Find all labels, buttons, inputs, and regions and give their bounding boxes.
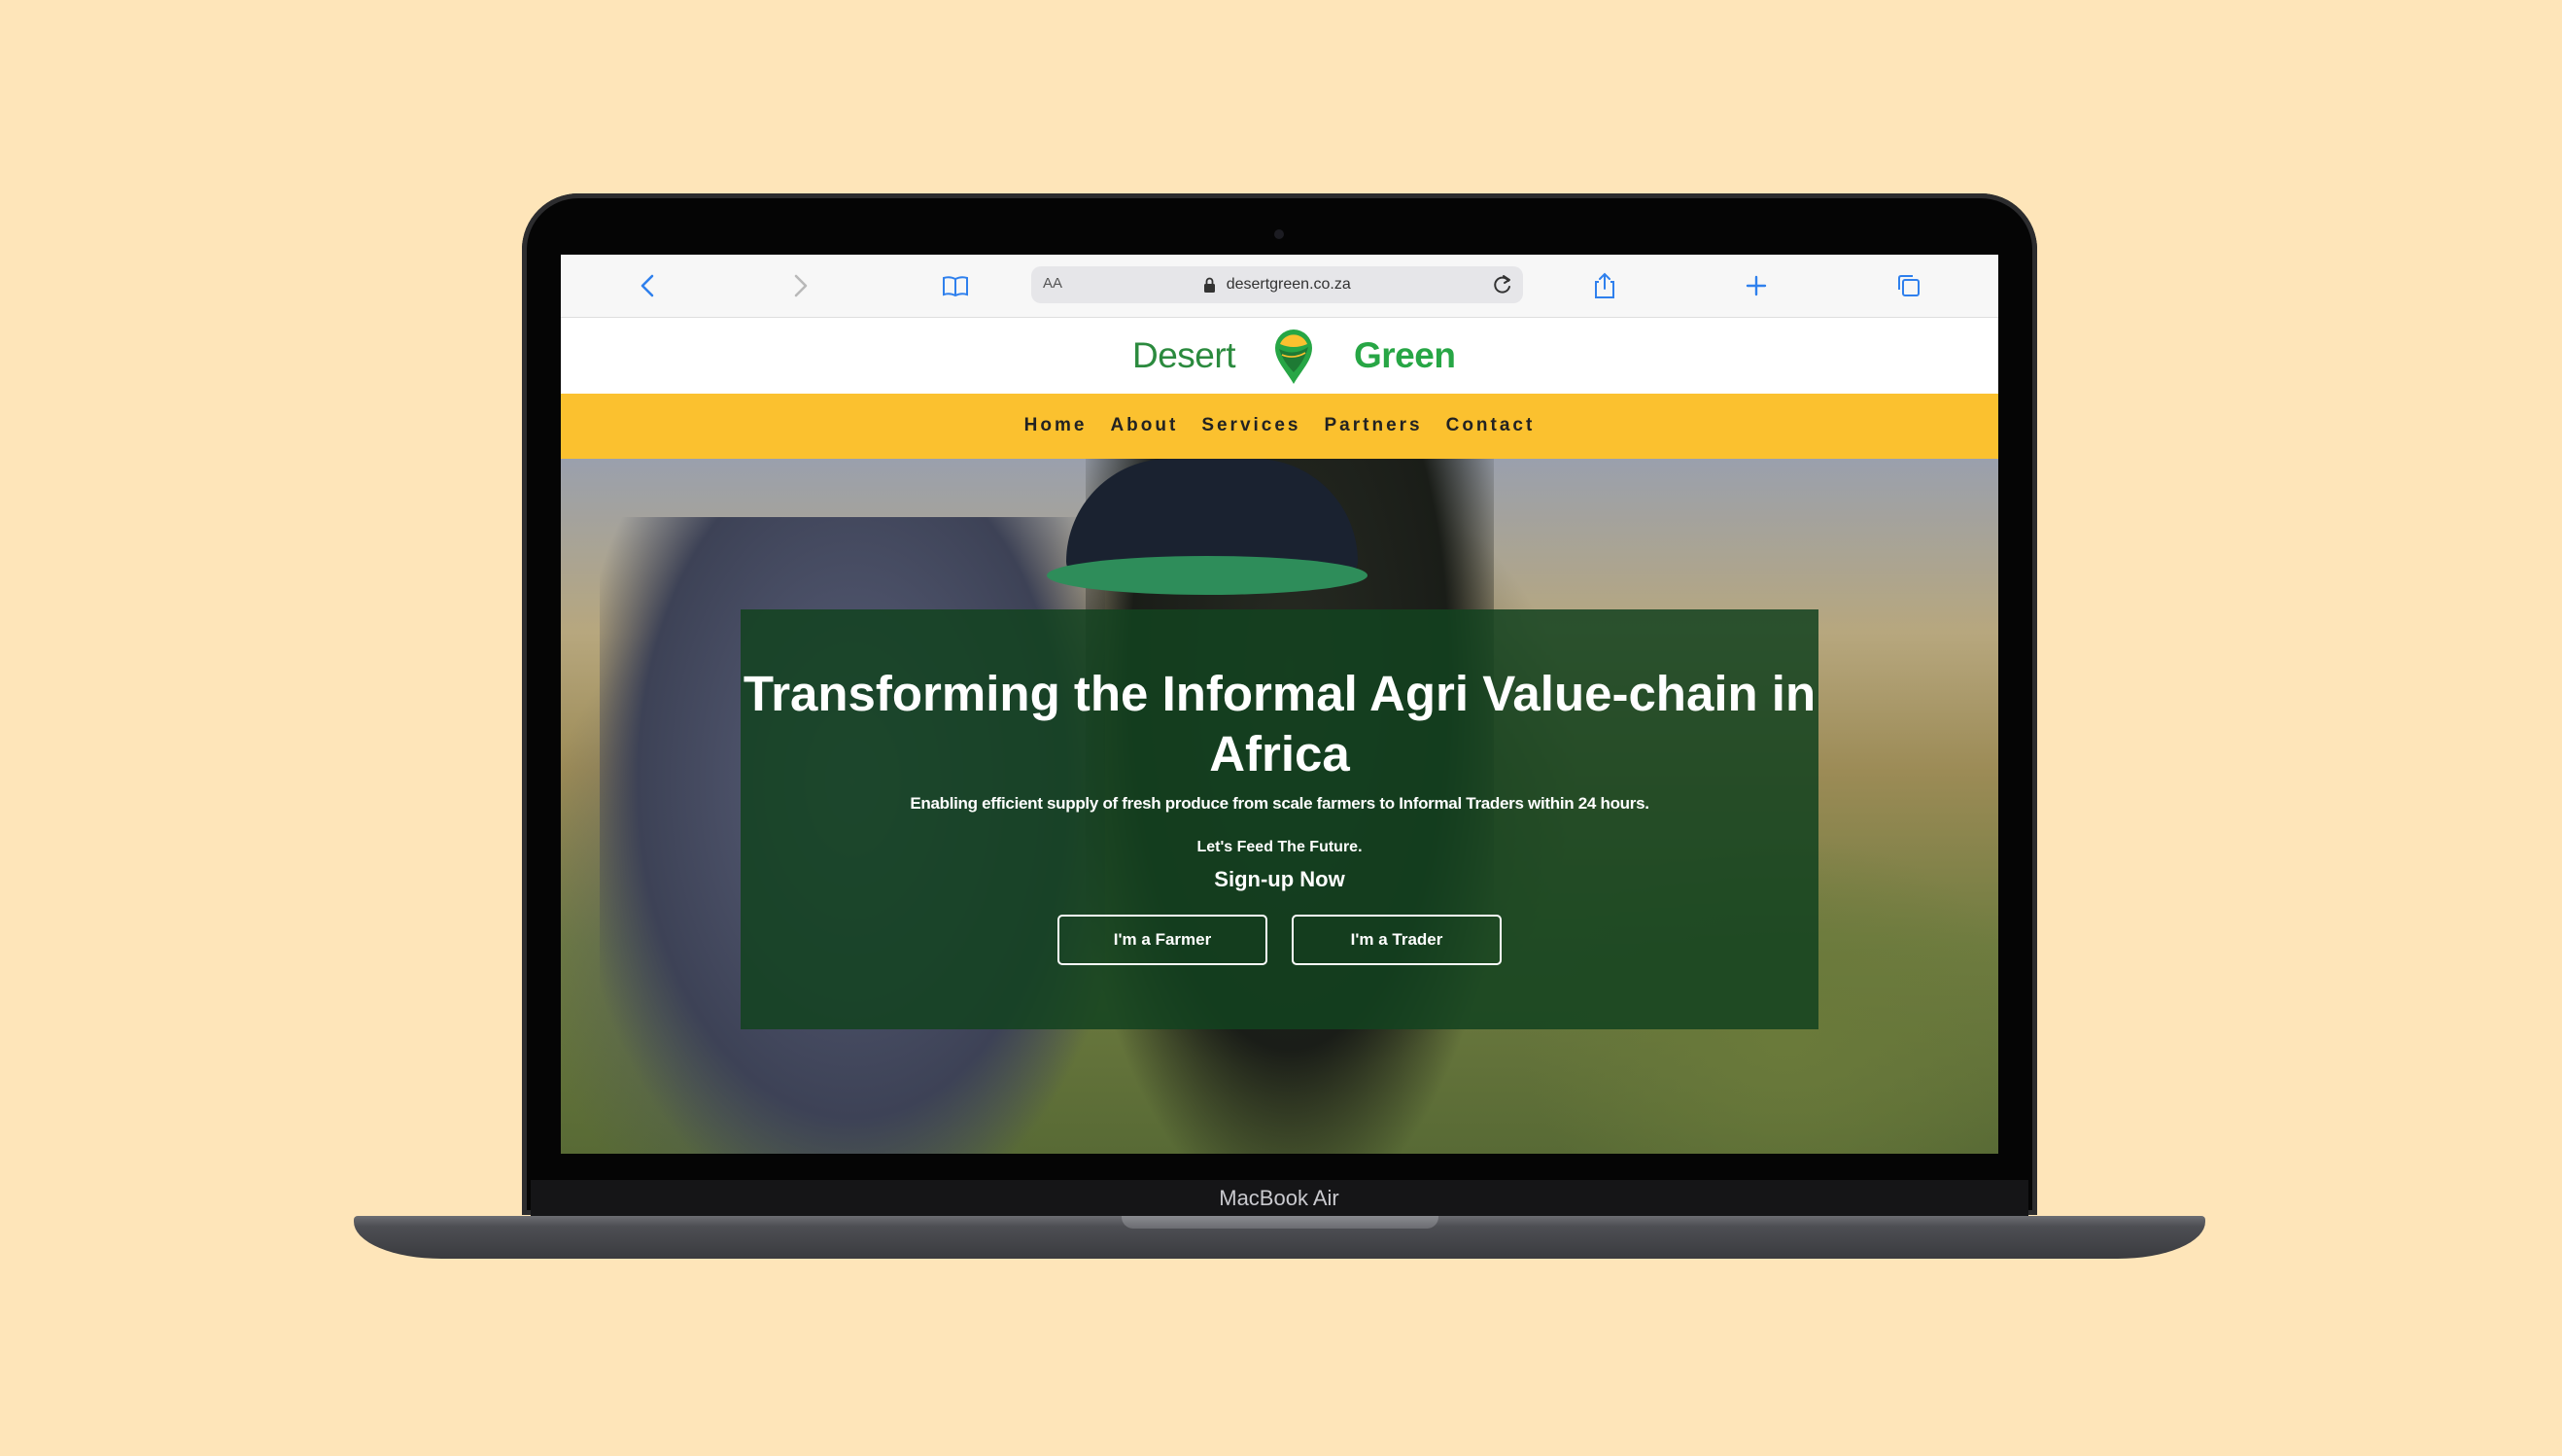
hero-tagline: Let's Feed The Future. <box>1196 839 1363 855</box>
model-label: MacBook Air <box>1219 1186 1339 1210</box>
nav-home[interactable]: Home <box>1024 415 1088 436</box>
nav-services[interactable]: Services <box>1201 415 1300 436</box>
browser-screen: AA desertgreen.co.za Desert Green Home A… <box>561 255 1998 1154</box>
camera <box>1274 229 1284 239</box>
bookmarks-icon[interactable] <box>940 270 971 301</box>
hero-overlay: Transforming the Informal Agri Value-cha… <box>741 609 1818 1029</box>
nav-partners[interactable]: Partners <box>1325 415 1423 436</box>
new-tab-icon[interactable] <box>1741 270 1772 301</box>
share-icon[interactable] <box>1589 270 1620 301</box>
main-nav: Home About Services Partners Contact <box>561 394 1998 459</box>
lock-icon <box>1204 277 1216 293</box>
hero-title: Transforming the Informal Agri Value-cha… <box>743 666 1817 781</box>
signup-heading: Sign-up Now <box>1214 867 1345 891</box>
hero-section: Transforming the Informal Agri Value-cha… <box>561 459 1998 1154</box>
logo-word-desert: Desert <box>1132 335 1235 375</box>
hero-photo-brim <box>1047 556 1368 595</box>
url-text: desertgreen.co.za <box>1226 276 1351 293</box>
tabs-icon[interactable] <box>1893 270 1924 301</box>
reload-icon[interactable] <box>1490 272 1515 297</box>
forward-icon[interactable] <box>784 270 815 301</box>
site-header: Desert Green <box>561 318 1998 394</box>
nav-contact[interactable]: Contact <box>1446 415 1536 436</box>
trader-signup-button[interactable]: I'm a Trader <box>1292 915 1502 965</box>
farmer-signup-button[interactable]: I'm a Farmer <box>1057 915 1267 965</box>
laptop-notch <box>1122 1216 1438 1229</box>
back-icon[interactable] <box>633 270 664 301</box>
site-logo[interactable]: Desert Green <box>1132 328 1456 388</box>
logo-word-green: Green <box>1354 335 1456 375</box>
address-bar[interactable]: AA desertgreen.co.za <box>1031 266 1523 303</box>
hero-subtitle: Enabling efficient supply of fresh produ… <box>910 794 1649 813</box>
map-pin-logo-icon <box>1259 328 1329 388</box>
nav-about[interactable]: About <box>1110 415 1178 436</box>
browser-toolbar: AA desertgreen.co.za <box>561 255 1998 318</box>
